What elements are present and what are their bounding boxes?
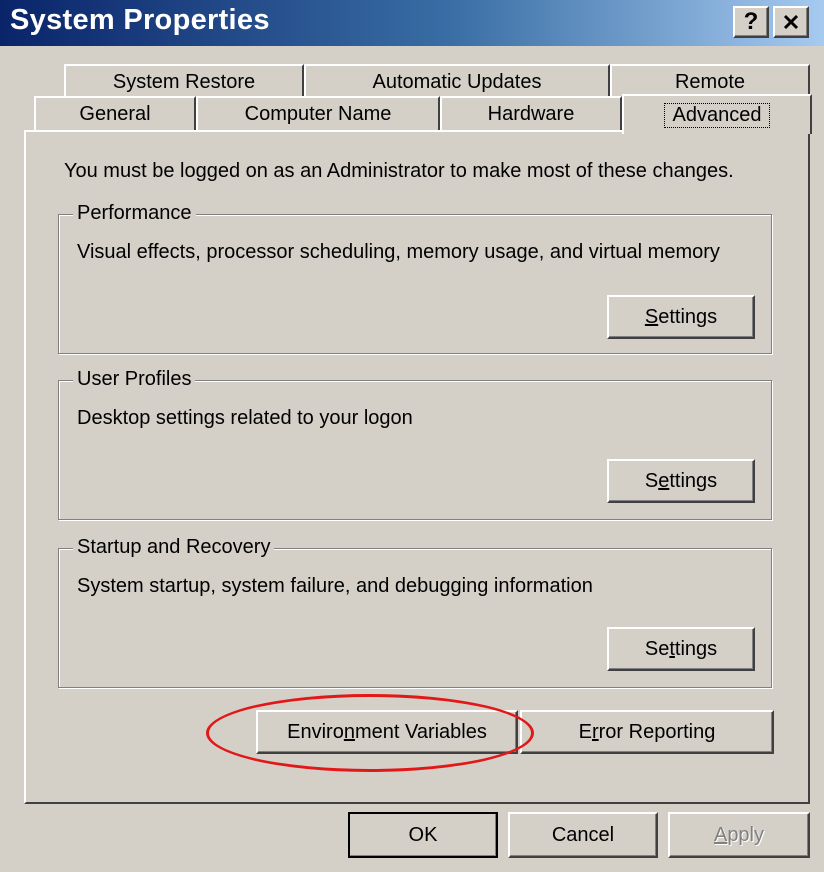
window-title: System Properties bbox=[10, 4, 270, 36]
startup-recovery-label: Startup and Recovery bbox=[73, 536, 275, 559]
close-icon bbox=[783, 14, 799, 30]
advanced-tab-panel: You must be logged on as an Administrato… bbox=[24, 130, 810, 804]
tab-label: General bbox=[79, 102, 151, 125]
performance-description: Visual effects, processor scheduling, me… bbox=[77, 241, 720, 263]
tab-remote[interactable]: Remote bbox=[610, 64, 810, 98]
error-reporting-button[interactable]: Error Reporting bbox=[520, 710, 774, 754]
user-profiles-label: User Profiles bbox=[73, 368, 196, 391]
error-reporting-label: Error Reporting bbox=[578, 720, 716, 743]
title-bar[interactable]: System Properties ? bbox=[0, 0, 824, 46]
system-properties-dialog: System Properties ? System Restore Autom… bbox=[0, 0, 824, 872]
tab-label: Computer Name bbox=[244, 102, 392, 125]
settings-label: Settings bbox=[644, 305, 718, 328]
environment-variables-label: Environment Variables bbox=[287, 720, 487, 743]
settings-label: Settings bbox=[644, 637, 718, 660]
startup-recovery-settings-button[interactable]: Settings bbox=[607, 627, 755, 671]
environment-variables-button[interactable]: Environment Variables bbox=[256, 710, 518, 754]
cancel-button[interactable]: Cancel bbox=[508, 812, 658, 858]
performance-settings-button[interactable]: Settings bbox=[607, 295, 755, 339]
tab-label: Automatic Updates bbox=[372, 70, 542, 93]
performance-label: Performance bbox=[73, 202, 196, 225]
tab-hardware[interactable]: Hardware bbox=[440, 96, 622, 130]
tab-label: Advanced bbox=[663, 102, 771, 128]
ok-label: OK bbox=[408, 823, 438, 846]
settings-label: Settings bbox=[644, 469, 718, 492]
user-profiles-description: Desktop settings related to your logon bbox=[77, 407, 413, 429]
help-button[interactable]: ? bbox=[733, 6, 769, 38]
apply-button[interactable]: Apply bbox=[668, 812, 810, 858]
user-profiles-group: User Profiles Desktop settings related t… bbox=[58, 368, 772, 520]
user-profiles-settings-button[interactable]: Settings bbox=[607, 459, 755, 503]
tab-general[interactable]: General bbox=[34, 96, 196, 130]
tab-computer-name[interactable]: Computer Name bbox=[196, 96, 440, 130]
tab-label: Remote bbox=[674, 70, 746, 93]
ok-button[interactable]: OK bbox=[348, 812, 498, 858]
startup-recovery-group: Startup and Recovery System startup, sys… bbox=[58, 536, 772, 688]
close-button[interactable] bbox=[773, 6, 809, 38]
tab-label: Hardware bbox=[487, 102, 575, 125]
cancel-label: Cancel bbox=[551, 823, 615, 846]
administrator-note: You must be logged on as an Administrato… bbox=[64, 160, 734, 182]
tab-label: System Restore bbox=[112, 70, 256, 93]
performance-group: Performance Visual effects, processor sc… bbox=[58, 202, 772, 354]
tab-system-restore[interactable]: System Restore bbox=[64, 64, 304, 98]
tab-automatic-updates[interactable]: Automatic Updates bbox=[304, 64, 610, 98]
startup-recovery-description: System startup, system failure, and debu… bbox=[77, 575, 593, 597]
apply-label: Apply bbox=[713, 823, 765, 846]
tab-advanced[interactable]: Advanced bbox=[622, 94, 812, 134]
